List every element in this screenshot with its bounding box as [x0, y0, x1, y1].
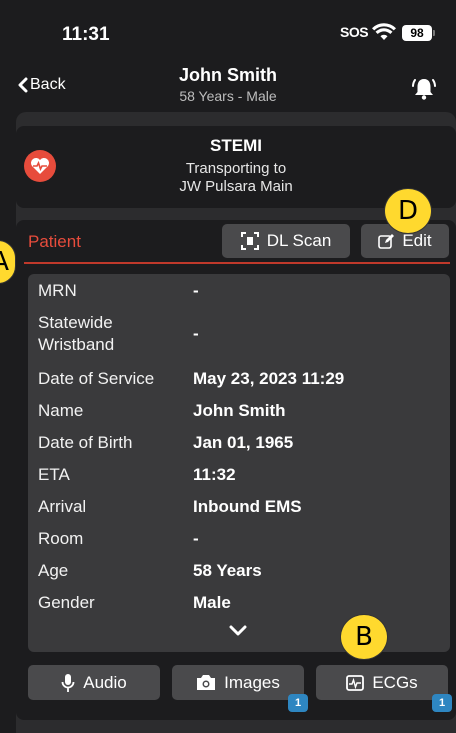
patient-info-box: MRN - Statewide Wristband - Date of Serv… — [28, 274, 450, 652]
field-row-date-of-service: Date of Service May 23, 2023 11:29 — [38, 368, 438, 390]
patient-divider — [24, 262, 450, 264]
field-value: - — [193, 281, 199, 300]
field-row-arrival: Arrival Inbound EMS — [38, 496, 438, 518]
images-count-badge: 1 — [288, 694, 308, 712]
page-title: John Smith — [179, 65, 277, 85]
field-label: Room — [38, 529, 84, 548]
field-label-line-1: Statewide — [38, 313, 113, 332]
field-label: MRN — [38, 281, 77, 300]
ecg-icon — [346, 674, 365, 691]
expand-chevron-icon[interactable] — [228, 624, 248, 643]
field-value: 58 Years — [193, 561, 262, 580]
field-value: - — [193, 529, 199, 548]
microphone-icon — [61, 673, 75, 692]
field-row-mrn: MRN - — [38, 280, 438, 302]
battery-indicator: 98 — [402, 25, 435, 41]
audio-label: Audio — [83, 672, 127, 692]
images-label: Images — [224, 672, 280, 692]
field-value: - — [193, 324, 199, 343]
camera-icon — [197, 675, 216, 690]
marker-d: D — [384, 188, 432, 234]
field-row-gender: Gender Male — [38, 592, 438, 614]
page-subtitle: 58 Years - Male — [179, 88, 277, 104]
alert-type: STEMI — [210, 136, 262, 155]
field-label: Date of Birth — [38, 433, 133, 452]
ecgs-button[interactable]: ECGs — [316, 665, 448, 700]
ecgs-count-badge: 1 — [432, 694, 452, 712]
marker-b: B — [340, 614, 388, 660]
sos-indicator: SOS — [340, 24, 369, 40]
patient-header: Patient — [28, 232, 81, 251]
field-row-wristband: Statewide Wristband - — [38, 312, 438, 356]
field-value: John Smith — [193, 401, 286, 420]
field-label: Date of Service — [38, 369, 155, 388]
ecgs-label: ECGs — [372, 672, 418, 692]
edit-icon — [378, 234, 395, 249]
field-label: Age — [38, 561, 69, 580]
dl-scan-label: DL Scan — [266, 231, 332, 250]
field-row-eta: ETA 11:32 — [38, 464, 438, 486]
field-value: 11:32 — [193, 465, 236, 484]
transport-destination: Transporting to JW Pulsara Main — [16, 160, 456, 196]
field-label: Statewide Wristband — [38, 312, 193, 356]
edit-label: Edit — [402, 231, 432, 250]
status-time: 11:31 — [62, 24, 110, 45]
alarm-bell-icon[interactable] — [410, 74, 438, 107]
transport-line-2: JW Pulsara Main — [179, 178, 293, 195]
field-row-name: Name John Smith — [38, 400, 438, 422]
field-label: Arrival — [38, 497, 87, 516]
field-value: Jan 01, 1965 — [193, 433, 294, 452]
field-value: May 23, 2023 11:29 — [193, 369, 345, 388]
field-row-room: Room - — [38, 528, 438, 550]
field-row-age: Age 58 Years — [38, 560, 438, 582]
status-bar: 11:31 SOS 98 — [0, 0, 456, 60]
field-value: Inbound EMS — [193, 497, 302, 516]
images-button[interactable]: Images — [172, 665, 304, 700]
marker-a: A — [0, 240, 16, 284]
field-value: Male — [193, 593, 231, 612]
transport-line-1: Transporting to — [185, 160, 287, 177]
field-label: ETA — [38, 465, 70, 484]
field-row-dob: Date of Birth Jan 01, 1965 — [38, 432, 438, 454]
nav-bar: Back John Smith 58 Years - Male — [0, 60, 456, 110]
field-label: Gender — [38, 593, 95, 612]
id-scan-icon — [240, 232, 259, 250]
dl-scan-button[interactable]: DL Scan — [222, 224, 350, 258]
patient-section: Patient DL Scan Edit MRN - Statewide Wri… — [16, 220, 456, 720]
field-label: Name — [38, 401, 84, 420]
audio-button[interactable]: Audio — [28, 665, 160, 700]
wifi-icon — [372, 22, 396, 47]
field-label-line-2: Wristband — [38, 335, 115, 354]
